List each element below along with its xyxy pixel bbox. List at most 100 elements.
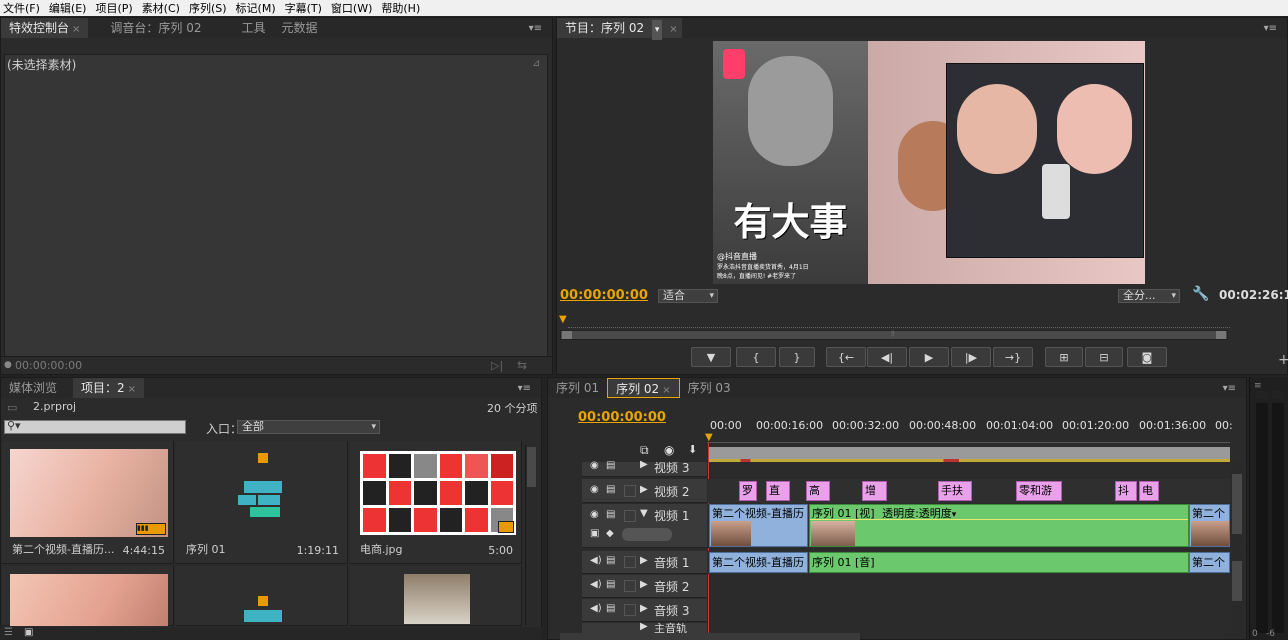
timeline-zoom-bar[interactable]	[560, 633, 860, 640]
close-icon[interactable]: ×	[669, 24, 677, 35]
opacity-line[interactable]	[810, 519, 1188, 520]
timeline-clip[interactable]: 罗	[739, 481, 757, 501]
tab-audio-mixer[interactable]: 调音台：序列 02	[102, 18, 209, 38]
video-scrollbar[interactable]	[1231, 462, 1243, 548]
list-view-icon[interactable]: ☰	[4, 627, 13, 638]
film-icon[interactable]: ▤	[606, 603, 615, 614]
expand-icon[interactable]: ▶	[640, 484, 648, 495]
panel-menu-icon[interactable]: ▾≡	[1223, 383, 1236, 394]
tab-tools[interactable]: 工具	[234, 18, 274, 38]
loop-icon[interactable]: ⇆	[517, 358, 527, 372]
program-zoom-bar[interactable]: ⦙⦙	[560, 329, 1228, 340]
film-icon[interactable]: ▤	[606, 509, 615, 520]
zoom-handle-left[interactable]	[562, 331, 572, 339]
snap-icon[interactable]: ⧉	[640, 443, 649, 458]
mark-out-button[interactable]: }	[779, 347, 815, 367]
timeline-clip[interactable]: 直	[766, 481, 790, 501]
menu-sequence[interactable]: 序列(S)	[186, 0, 233, 16]
export-frame-camera-icon[interactable]: ◙	[1127, 347, 1167, 367]
expand-icon[interactable]: ▶	[640, 459, 648, 470]
film-icon[interactable]: ▤	[606, 555, 615, 566]
expand-icon[interactable]: ▶	[640, 621, 648, 632]
expand-icon[interactable]: ▶	[640, 603, 648, 614]
project-item-video-2[interactable]	[2, 566, 174, 626]
playhead-icon[interactable]: ▼	[559, 314, 567, 325]
scrollbar-thumb[interactable]	[527, 447, 536, 487]
wrench-icon[interactable]: 🔧	[1192, 286, 1209, 302]
chevron-down-icon[interactable]: ▾	[651, 20, 663, 40]
timeline-clip[interactable]: 零和游	[1016, 481, 1062, 501]
scrollbar-thumb[interactable]	[1232, 474, 1242, 534]
program-timecode[interactable]: 00:00:00:00	[560, 288, 648, 303]
panel-menu-icon[interactable]: ▾≡	[1264, 23, 1277, 34]
add-button-icon[interactable]: +	[1278, 352, 1288, 368]
collapse-icon[interactable]: ▼	[640, 508, 648, 519]
close-icon[interactable]: ×	[72, 24, 80, 35]
marker-bulb-icon[interactable]: ◉	[664, 443, 674, 457]
menu-help[interactable]: 帮助(H)	[378, 0, 426, 16]
step-back-button[interactable]: ◀|	[867, 347, 907, 367]
project-item-sequence[interactable]: 序列 01 1:19:11	[176, 441, 348, 564]
film-icon[interactable]: ▤	[606, 484, 615, 495]
timeline-clip-audio[interactable]: 序列 01 [音]	[809, 552, 1189, 573]
menu-project[interactable]: 项目(P)	[92, 0, 138, 16]
close-icon[interactable]: ×	[128, 384, 136, 395]
timeline-clip-audio[interactable]: 第二个视频-直播历	[709, 552, 808, 573]
entry-dropdown[interactable]: 全部	[237, 420, 380, 434]
close-icon[interactable]: ×	[662, 385, 670, 396]
eye-icon[interactable]: ◉	[590, 460, 599, 471]
speaker-icon[interactable]: ◀)	[590, 555, 602, 566]
panel-menu-icon[interactable]: ≡	[1254, 381, 1262, 391]
scrollbar-thumb[interactable]	[1232, 561, 1242, 601]
project-item-image[interactable]: 电商.jpg 5:00	[350, 441, 522, 564]
tab-project[interactable]: 项目：2 ×	[73, 378, 145, 398]
lock-toggle[interactable]	[624, 604, 636, 616]
icon-view-icon[interactable]: ▣	[24, 627, 33, 638]
go-to-out-button[interactable]: →}	[993, 347, 1033, 367]
audio-scrollbar[interactable]	[1231, 551, 1243, 637]
timeline-clip[interactable]: 抖	[1115, 481, 1137, 501]
eye-icon[interactable]: ◉	[590, 509, 599, 520]
menu-title[interactable]: 字幕(T)	[282, 0, 328, 16]
panel-menu-icon[interactable]: ▾≡	[529, 23, 542, 34]
timeline-clip[interactable]: 高	[806, 481, 830, 501]
timeline-clip-video[interactable]: 第二个	[1189, 504, 1230, 547]
timeline-clip[interactable]: 电	[1139, 481, 1159, 501]
eye-icon[interactable]: ◉	[590, 484, 599, 495]
expand-icon[interactable]: ▶	[640, 579, 648, 590]
search-input[interactable]: ⚲▾	[4, 419, 186, 434]
play-audio-icon[interactable]: ▷|	[491, 359, 503, 372]
scroll-grip-icon[interactable]: ⊿	[532, 58, 540, 69]
speaker-icon[interactable]: ◀)	[590, 579, 602, 590]
timeline-timecode[interactable]: 00:00:00:00	[578, 410, 666, 425]
tab-program[interactable]: 节目：序列 02 ▾ ×	[557, 18, 682, 40]
film-icon[interactable]: ▤	[606, 579, 615, 590]
tab-sequence-03[interactable]: 序列 03	[680, 378, 739, 398]
add-marker-icon[interactable]: ⬇	[688, 443, 697, 456]
tab-metadata[interactable]: 元数据	[274, 18, 326, 38]
timeline-clip-sequence[interactable]: 序列 01 [视] 透明度:透明度▾	[809, 504, 1189, 547]
go-to-in-button[interactable]: {←	[826, 347, 866, 367]
lock-toggle[interactable]	[624, 556, 636, 568]
zoom-handle-right[interactable]	[1216, 331, 1226, 339]
fit-dropdown[interactable]: 适合	[658, 289, 718, 303]
expand-icon[interactable]: ▶	[640, 555, 648, 566]
project-scrollbar[interactable]	[525, 445, 537, 625]
keyframe-nav[interactable]	[622, 528, 672, 541]
project-item-sequence-2[interactable]	[176, 566, 348, 626]
keyframe-icon[interactable]: ◆	[606, 528, 614, 539]
project-item-image-2[interactable]	[350, 566, 522, 626]
panel-menu-icon[interactable]: ▾≡	[518, 383, 531, 394]
menu-marker[interactable]: 标记(M)	[233, 0, 282, 16]
extract-button[interactable]: ⊟	[1085, 347, 1123, 367]
timeline-clip[interactable]: 增	[862, 481, 887, 501]
quality-dropdown[interactable]: 全分...	[1118, 289, 1180, 303]
tab-media-browser[interactable]: 媒体浏览	[1, 378, 65, 398]
add-marker-button[interactable]: ▼	[691, 347, 731, 367]
tab-sequence-02[interactable]: 序列 02 ×	[607, 378, 680, 398]
timeline-clip-video[interactable]: 第二个视频-直播历	[709, 504, 808, 547]
lock-toggle[interactable]	[624, 485, 636, 497]
tab-sequence-01[interactable]: 序列 01	[548, 378, 607, 398]
timeline-playhead-icon[interactable]: ▼	[705, 432, 713, 443]
lift-button[interactable]: ⊞	[1045, 347, 1083, 367]
